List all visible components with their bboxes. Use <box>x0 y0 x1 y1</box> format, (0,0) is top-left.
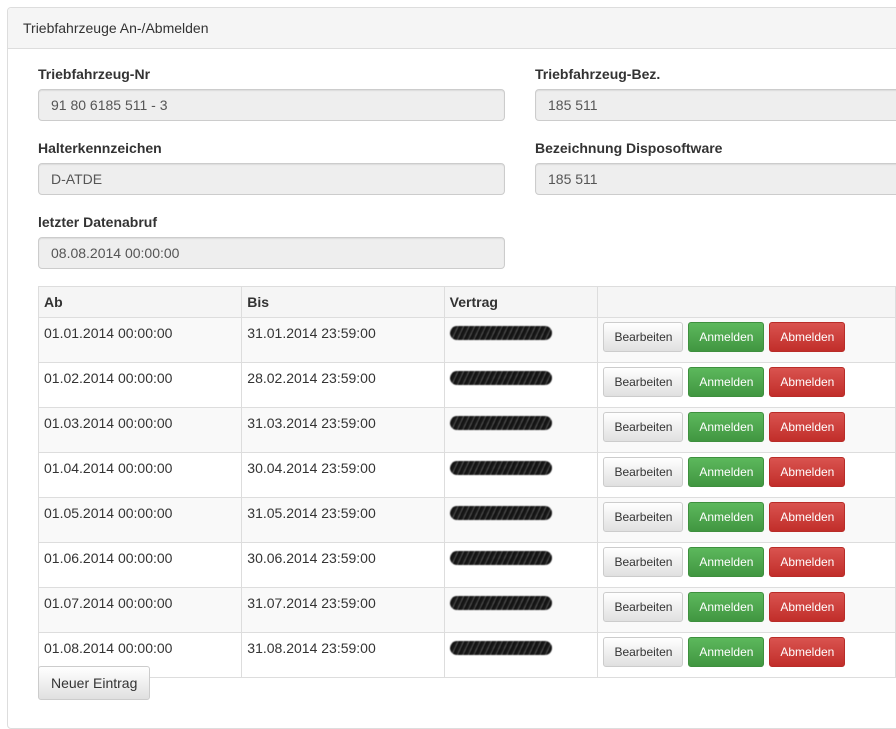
edit-button[interactable]: Bearbeiten <box>603 502 684 532</box>
new-entry-button[interactable]: Neuer Eintrag <box>38 666 151 700</box>
anmelden-button[interactable]: Anmelden <box>688 367 765 397</box>
redacted-contract <box>449 551 552 565</box>
table-row: 01.05.2014 00:00:00 31.05.2014 23:59:00 Be… <box>37 497 896 543</box>
table-header-row: Ab Bis Vertrag <box>37 286 896 318</box>
halterkennzeichen-label: Halterkennzeichen <box>38 140 162 156</box>
cell-bis: 31.07.2014 23:59:00 <box>241 587 445 633</box>
cell-bis: 31.03.2014 23:59:00 <box>241 407 445 453</box>
cell-ab: 01.03.2014 00:00:00 <box>37 407 243 453</box>
cell-ab: 01.04.2014 00:00:00 <box>37 452 243 498</box>
contracts-table: Ab Bis Vertrag 01.01.2014 00:00:00 31.01.… <box>37 286 896 678</box>
table-row: 01.03.2014 00:00:00 31.03.2014 23:59:00 Be… <box>37 407 896 453</box>
redacted-contract <box>449 461 552 475</box>
table-row: 01.02.2014 00:00:00 28.02.2014 23:59:00 Be… <box>37 362 896 408</box>
panel-title: Triebfahrzeuge An-/Abmelden <box>8 8 896 49</box>
datenabruf-label: letzter Datenabruf <box>38 214 158 230</box>
cell-bis: 30.04.2014 23:59:00 <box>241 452 445 498</box>
cell-actions: Bearbeiten Anmelden Abmelden <box>597 632 896 678</box>
anmelden-button[interactable]: Anmelden <box>688 412 765 442</box>
redacted-contract <box>449 326 552 340</box>
cell-bis: 31.01.2014 23:59:00 <box>241 317 445 363</box>
table-row: 01.08.2014 00:00:00 31.08.2014 23:59:00 Be… <box>37 632 896 678</box>
edit-button[interactable]: Bearbeiten <box>603 367 684 397</box>
cell-actions: Bearbeiten Anmelden Abmelden <box>597 407 896 453</box>
cell-bis: 31.05.2014 23:59:00 <box>241 497 445 543</box>
cell-vertrag <box>443 452 599 498</box>
redacted-contract <box>449 596 552 610</box>
header-ab: Ab <box>37 286 243 318</box>
abmelden-button[interactable]: Abmelden <box>769 412 846 442</box>
cell-bis: 30.06.2014 23:59:00 <box>241 542 445 588</box>
disposoftware-label: Bezeichnung Disposoftware <box>535 140 723 156</box>
abmelden-button[interactable]: Abmelden <box>769 637 846 667</box>
anmelden-button[interactable]: Anmelden <box>688 322 765 352</box>
edit-button[interactable]: Bearbeiten <box>603 457 684 487</box>
cell-vertrag <box>443 587 599 633</box>
cell-actions: Bearbeiten Anmelden Abmelden <box>597 452 896 498</box>
cell-vertrag <box>443 542 599 588</box>
cell-ab: 01.05.2014 00:00:00 <box>37 497 243 543</box>
redacted-contract <box>449 506 552 520</box>
cell-ab: 01.06.2014 00:00:00 <box>37 542 243 588</box>
cell-vertrag <box>443 632 599 678</box>
cell-actions: Bearbeiten Anmelden Abmelden <box>597 497 896 543</box>
cell-ab: 01.01.2014 00:00:00 <box>37 317 243 363</box>
edit-button[interactable]: Bearbeiten <box>603 592 684 622</box>
header-actions <box>597 286 896 318</box>
table-row: 01.07.2014 00:00:00 31.07.2014 23:59:00 Be… <box>37 587 896 633</box>
header-bis: Bis <box>241 286 445 318</box>
cell-actions: Bearbeiten Anmelden Abmelden <box>597 317 896 363</box>
anmelden-button[interactable]: Anmelden <box>688 547 765 577</box>
redacted-contract <box>449 641 552 655</box>
triebfahrzeug-bez-field[interactable]: 185 511 <box>535 89 896 121</box>
triebfahrzeug-nr-label: Triebfahrzeug-Nr <box>38 66 151 82</box>
redacted-contract <box>449 371 552 385</box>
cell-ab: 01.02.2014 00:00:00 <box>37 362 243 408</box>
table-row: 01.06.2014 00:00:00 30.06.2014 23:59:00 Be… <box>37 542 896 588</box>
abmelden-button[interactable]: Abmelden <box>769 547 846 577</box>
cell-vertrag <box>443 362 599 408</box>
table-row: 01.04.2014 00:00:00 30.04.2014 23:59:00 Be… <box>37 452 896 498</box>
cell-vertrag <box>443 497 599 543</box>
anmelden-button[interactable]: Anmelden <box>688 592 765 622</box>
anmelden-button[interactable]: Anmelden <box>688 637 765 667</box>
cell-actions: Bearbeiten Anmelden Abmelden <box>597 542 896 588</box>
abmelden-button[interactable]: Abmelden <box>769 502 846 532</box>
edit-button[interactable]: Bearbeiten <box>603 637 684 667</box>
abmelden-button[interactable]: Abmelden <box>769 367 846 397</box>
cell-ab: 01.07.2014 00:00:00 <box>37 587 243 633</box>
anmelden-button[interactable]: Anmelden <box>688 457 765 487</box>
datenabruf-field[interactable]: 08.08.2014 00:00:00 <box>38 237 505 269</box>
cell-vertrag <box>443 407 599 453</box>
halterkennzeichen-field[interactable]: D-ATDE <box>38 163 505 195</box>
edit-button[interactable]: Bearbeiten <box>603 547 684 577</box>
cell-vertrag <box>443 317 599 363</box>
abmelden-button[interactable]: Abmelden <box>769 457 846 487</box>
triebfahrzeug-nr-field[interactable]: 91 80 6185 511 - 3 <box>38 89 505 121</box>
header-vertrag: Vertrag <box>443 286 599 318</box>
abmelden-button[interactable]: Abmelden <box>769 592 846 622</box>
triebfahrzeug-bez-label: Triebfahrzeug-Bez. <box>535 66 661 82</box>
anmelden-button[interactable]: Anmelden <box>688 502 765 532</box>
edit-button[interactable]: Bearbeiten <box>603 322 684 352</box>
abmelden-button[interactable]: Abmelden <box>769 322 846 352</box>
cell-actions: Bearbeiten Anmelden Abmelden <box>597 362 896 408</box>
table-row: 01.01.2014 00:00:00 31.01.2014 23:59:00 Be… <box>37 317 896 363</box>
disposoftware-field[interactable]: 185 511 <box>535 163 896 195</box>
cell-bis: 31.08.2014 23:59:00 <box>241 632 445 678</box>
redacted-contract <box>449 416 552 430</box>
cell-bis: 28.02.2014 23:59:00 <box>241 362 445 408</box>
cell-actions: Bearbeiten Anmelden Abmelden <box>597 587 896 633</box>
edit-button[interactable]: Bearbeiten <box>603 412 684 442</box>
